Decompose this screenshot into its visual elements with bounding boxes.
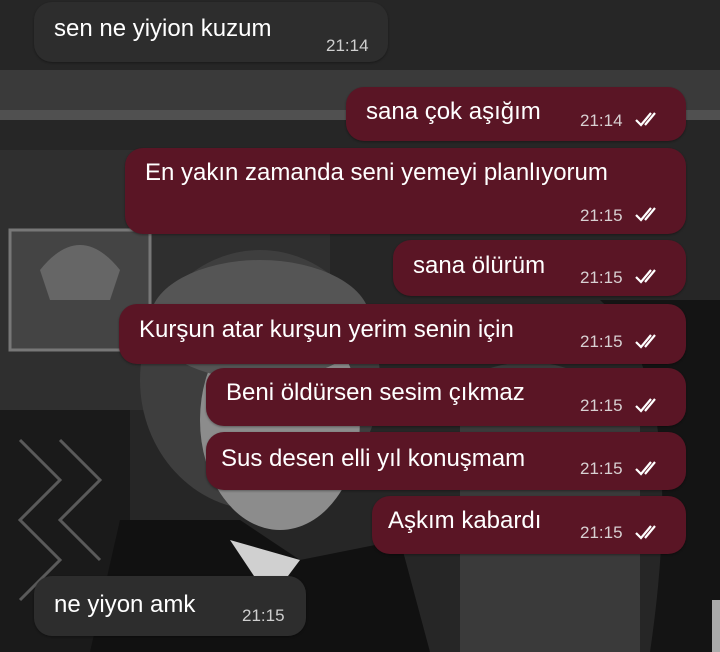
- double-check-icon: [635, 334, 656, 349]
- message-text: sana çok aşığım: [366, 98, 541, 125]
- message-time: 21:15: [580, 268, 623, 287]
- incoming-message[interactable]: ne yiyon amk 21:15: [34, 576, 306, 636]
- double-check-icon: [635, 112, 656, 127]
- outgoing-message[interactable]: sana çok aşığım 21:14: [346, 87, 686, 141]
- message-time: 21:15: [580, 206, 623, 225]
- outgoing-message[interactable]: Beni öldürsen sesim çıkmaz 21:15: [206, 368, 686, 426]
- message-text: sen ne yiyion kuzum: [54, 15, 272, 42]
- outgoing-message[interactable]: sana ölürüm 21:15: [393, 240, 686, 296]
- message-text: En yakın zamanda seni yemeyi planlıyorum: [145, 159, 608, 186]
- double-check-icon: [635, 525, 656, 540]
- message-time: 21:15: [580, 523, 623, 542]
- message-time: 21:15: [580, 332, 623, 351]
- message-text: Kurşun atar kurşun yerim senin için: [139, 316, 514, 343]
- incoming-message[interactable]: sen ne yiyion kuzum 21:14: [34, 2, 388, 62]
- double-check-icon: [635, 207, 656, 222]
- message-text: Beni öldürsen sesim çıkmaz: [226, 379, 525, 406]
- double-check-icon: [635, 461, 656, 476]
- message-time: 21:15: [242, 606, 285, 625]
- message-text: Sus desen elli yıl konuşmam: [221, 445, 526, 472]
- double-check-icon: [635, 269, 656, 284]
- message-time: 21:15: [580, 459, 623, 478]
- message-time: 21:14: [580, 111, 623, 130]
- message-list[interactable]: sen ne yiyion kuzum 21:14 sana çok aşığı…: [0, 0, 720, 652]
- message-text: Aşkım kabardı: [388, 507, 542, 534]
- double-check-icon: [635, 398, 656, 413]
- outgoing-message[interactable]: Aşkım kabardı 21:15: [372, 496, 686, 554]
- message-text: ne yiyon amk: [54, 591, 196, 618]
- outgoing-message[interactable]: Sus desen elli yıl konuşmam 21:15: [206, 432, 686, 490]
- outgoing-message[interactable]: En yakın zamanda seni yemeyi planlıyorum…: [125, 148, 686, 234]
- message-time: 21:14: [326, 36, 369, 55]
- scrollbar-thumb[interactable]: [712, 600, 720, 652]
- message-text: sana ölürüm: [413, 252, 546, 279]
- outgoing-message[interactable]: Kurşun atar kurşun yerim senin için 21:1…: [119, 304, 686, 364]
- message-time: 21:15: [580, 396, 623, 415]
